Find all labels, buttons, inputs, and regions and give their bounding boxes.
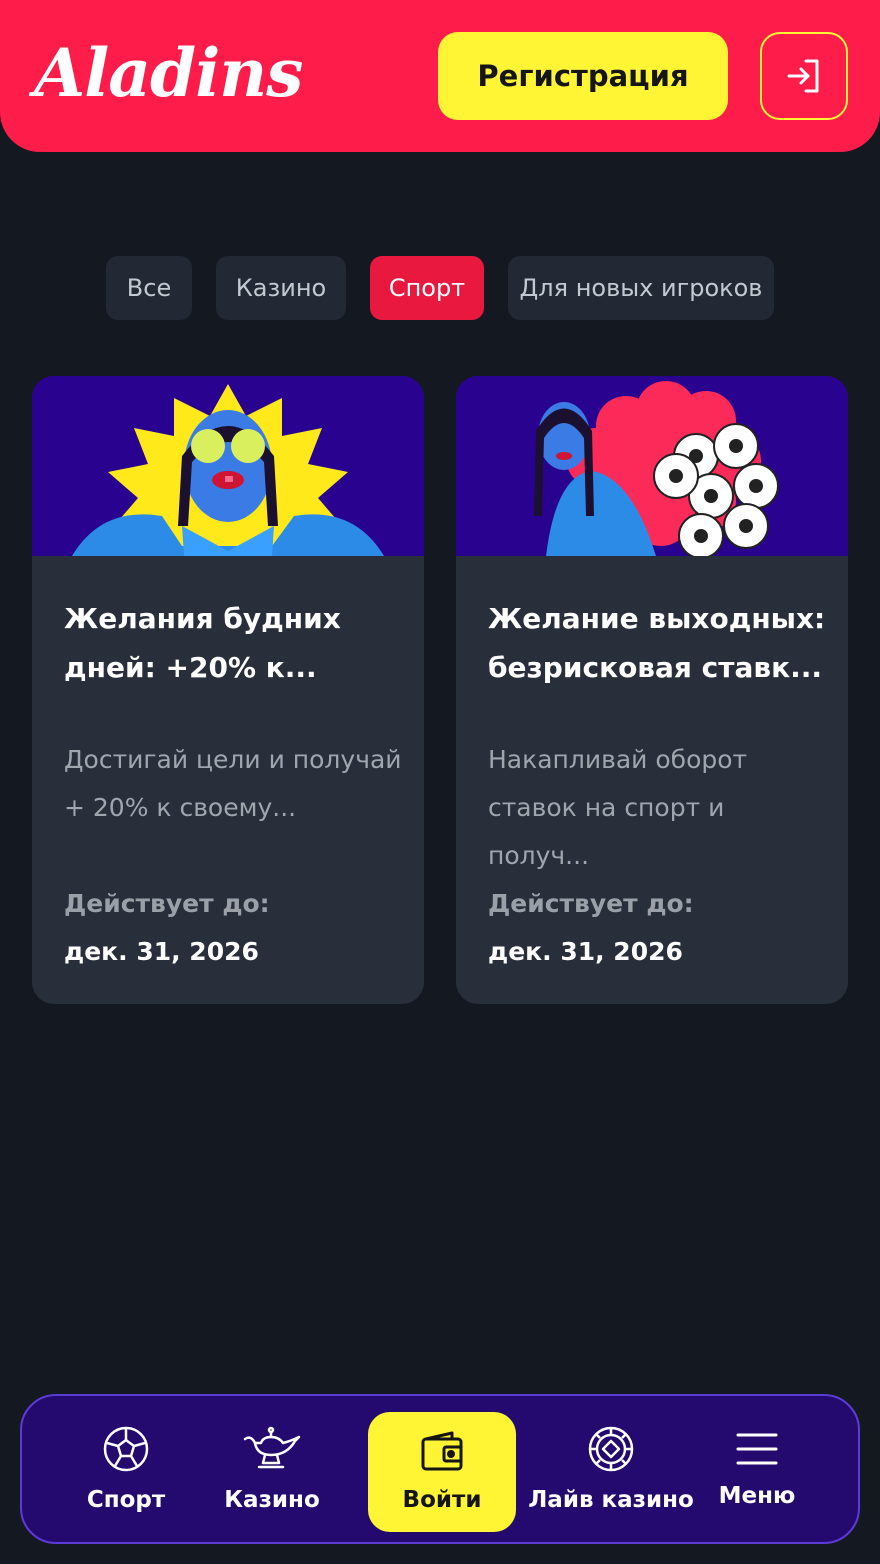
nav-label: Казино	[224, 1487, 320, 1513]
promo-card[interactable]: Желание выходных: безрисковая ставк... Н…	[456, 376, 848, 1004]
promo-title: Желания будних дней: +20% к...	[64, 602, 341, 684]
register-button[interactable]: Регистрация	[438, 32, 728, 120]
magic-lamp-icon	[243, 1426, 301, 1469]
promo-card[interactable]: Желания будних дней: +20% к... Достигай …	[32, 376, 424, 1004]
promo-title: Желание выходных: безрисковая ставк...	[488, 602, 826, 684]
roulette-chip-icon	[588, 1426, 634, 1472]
promo-description: Достигай цели и получай + 20% к своему..…	[64, 745, 402, 822]
promo-description: Накапливай оборот ставок на спорт и полу…	[488, 745, 748, 870]
nav-menu[interactable]: Меню	[702, 1396, 812, 1542]
valid-until-date: дек. 31, 2026	[488, 937, 683, 966]
app-header: Aladins Регистрация	[0, 0, 880, 152]
nav-label: Спорт	[86, 1487, 166, 1513]
nav-sport[interactable]: Спорт	[62, 1396, 190, 1542]
nav-label: Лайв казино	[528, 1487, 694, 1513]
bottom-navigation: Спорт Казино Войти Лайв казино Меню	[20, 1394, 860, 1544]
wallet-icon	[421, 1431, 463, 1471]
nav-label: Меню	[718, 1483, 796, 1509]
promo-filter-tabs: Все Казино Спорт Для новых игроков	[0, 256, 880, 320]
nav-login[interactable]: Войти	[368, 1412, 516, 1532]
login-button[interactable]	[760, 32, 848, 120]
nav-live-casino[interactable]: Лайв казино	[528, 1396, 694, 1542]
login-arrow-icon	[787, 59, 819, 93]
hamburger-menu-icon	[736, 1433, 778, 1465]
valid-until-date: дек. 31, 2026	[64, 937, 259, 966]
filter-new-players[interactable]: Для новых игроков	[508, 256, 774, 320]
soccer-ball-icon	[103, 1426, 149, 1472]
filter-casino[interactable]: Казино	[216, 256, 346, 320]
valid-until-label: Действует до:	[488, 889, 694, 918]
nav-label: Войти	[402, 1487, 482, 1513]
filter-sport[interactable]: Спорт	[370, 256, 484, 320]
promo-banner-image	[32, 376, 424, 556]
filter-all[interactable]: Все	[106, 256, 192, 320]
valid-until-label: Действует до:	[64, 889, 270, 918]
nav-casino[interactable]: Казино	[208, 1396, 336, 1542]
promo-banner-image	[456, 376, 848, 556]
aladins-logo[interactable]: Aladins	[34, 38, 344, 108]
